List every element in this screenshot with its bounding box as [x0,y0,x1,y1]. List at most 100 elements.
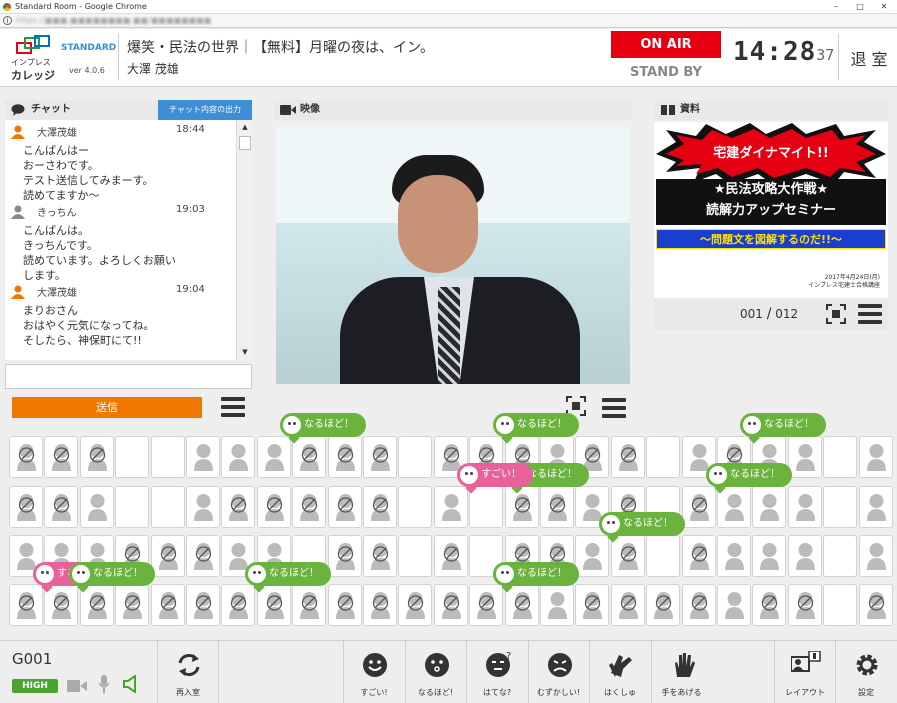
seat[interactable] [787,535,822,577]
applause-button[interactable]: はくしゅ [589,641,650,703]
seat[interactable] [540,486,574,528]
seat[interactable] [752,535,787,577]
chat-scrollbar[interactable]: ▲ ▼ [236,120,252,360]
seat[interactable] [787,584,822,626]
seat[interactable] [186,486,220,528]
seat[interactable] [9,584,43,626]
seat[interactable] [115,535,150,577]
chat-export-button[interactable]: チャット内容の出力 [158,100,252,120]
seat-empty[interactable] [115,436,150,478]
seat[interactable] [79,584,114,626]
seat[interactable] [9,486,43,528]
seat[interactable] [681,436,716,478]
seat[interactable] [858,584,893,626]
scroll-down-icon[interactable]: ▼ [239,346,251,358]
seat[interactable] [292,486,327,528]
seat[interactable] [646,584,681,626]
seat[interactable] [752,584,787,626]
muzukashii-button[interactable]: むずかしい! [527,641,589,703]
seat[interactable] [717,535,751,577]
seat[interactable] [858,535,893,577]
seat-empty[interactable] [115,486,150,528]
hatena-button[interactable]: ? はてな? [466,641,527,703]
seat-empty[interactable] [646,436,681,478]
seat[interactable] [44,535,79,577]
seat-empty[interactable] [823,486,858,528]
seat[interactable] [186,584,220,626]
seat[interactable] [44,436,79,478]
seat-empty[interactable] [646,535,681,577]
seat[interactable] [575,486,610,528]
seat[interactable] [327,584,362,626]
seat[interactable] [150,584,185,626]
chat-log[interactable]: 大澤茂雄 18:44 こんばんはー おーさわです。 テスト送信してみまーす。 読めてますか… [5,120,252,360]
seat-empty[interactable] [150,486,185,528]
seat[interactable] [540,436,574,478]
seat[interactable] [540,535,574,577]
seat[interactable] [79,535,114,577]
seat[interactable] [292,436,327,478]
seat[interactable] [292,584,327,626]
seat-empty[interactable] [469,535,504,577]
seat[interactable] [79,486,114,528]
fullscreen-icon[interactable] [566,396,586,416]
seat[interactable] [433,436,468,478]
seat[interactable] [115,584,150,626]
maximize-button[interactable]: □ [850,0,870,14]
settings-button[interactable]: 設定 [835,641,896,703]
send-button[interactable]: 送信 [12,397,202,418]
seat[interactable] [327,535,362,577]
seat[interactable] [752,486,787,528]
scroll-thumb[interactable] [239,136,251,150]
seat[interactable] [44,486,79,528]
seat[interactable] [787,486,822,528]
seat[interactable] [752,436,787,478]
seat[interactable] [398,584,433,626]
seat[interactable] [9,535,43,577]
speaker-icon[interactable] [123,675,139,693]
layout-button[interactable]: レイアウト [774,641,835,703]
seat[interactable] [787,436,822,478]
seat[interactable] [186,535,220,577]
seat[interactable] [504,486,539,528]
seat[interactable] [858,436,893,478]
seat[interactable] [575,584,610,626]
seat[interactable] [504,436,539,478]
seat[interactable] [79,436,114,478]
quality-badge[interactable]: HIGH [12,679,58,693]
camera-icon[interactable] [67,680,87,692]
seat[interactable] [327,436,362,478]
seat[interactable] [433,535,468,577]
seat-empty[interactable] [823,535,858,577]
seat[interactable] [363,584,397,626]
seat[interactable] [504,584,539,626]
sugoi-button[interactable]: すごい! [343,641,404,703]
seat[interactable] [221,584,256,626]
seat-empty[interactable] [398,535,433,577]
seat-empty[interactable] [398,486,433,528]
seat[interactable] [469,584,504,626]
seat[interactable] [221,486,256,528]
seat[interactable] [681,584,716,626]
seat[interactable] [433,486,468,528]
seat[interactable] [681,486,716,528]
minimize-button[interactable]: – [826,0,846,14]
seat-empty[interactable] [646,486,681,528]
seat[interactable] [186,436,220,478]
seat[interactable] [256,535,291,577]
chat-input[interactable] [5,364,252,389]
seat[interactable] [717,436,751,478]
seat[interactable] [327,486,362,528]
seat-empty[interactable] [398,436,433,478]
address-bar[interactable]: i https://■■■.■■■■■■■■.■■/■■■■■■■■ [0,14,897,28]
seat[interactable] [9,436,43,478]
seat-empty[interactable] [823,436,858,478]
seat[interactable] [858,486,893,528]
seat-empty[interactable] [292,535,327,577]
seat-empty[interactable] [823,584,858,626]
seat[interactable] [363,535,397,577]
video-menu-icon[interactable] [602,398,626,418]
seat[interactable] [256,436,291,478]
scroll-up-icon[interactable]: ▲ [239,121,251,133]
seat[interactable] [681,535,716,577]
